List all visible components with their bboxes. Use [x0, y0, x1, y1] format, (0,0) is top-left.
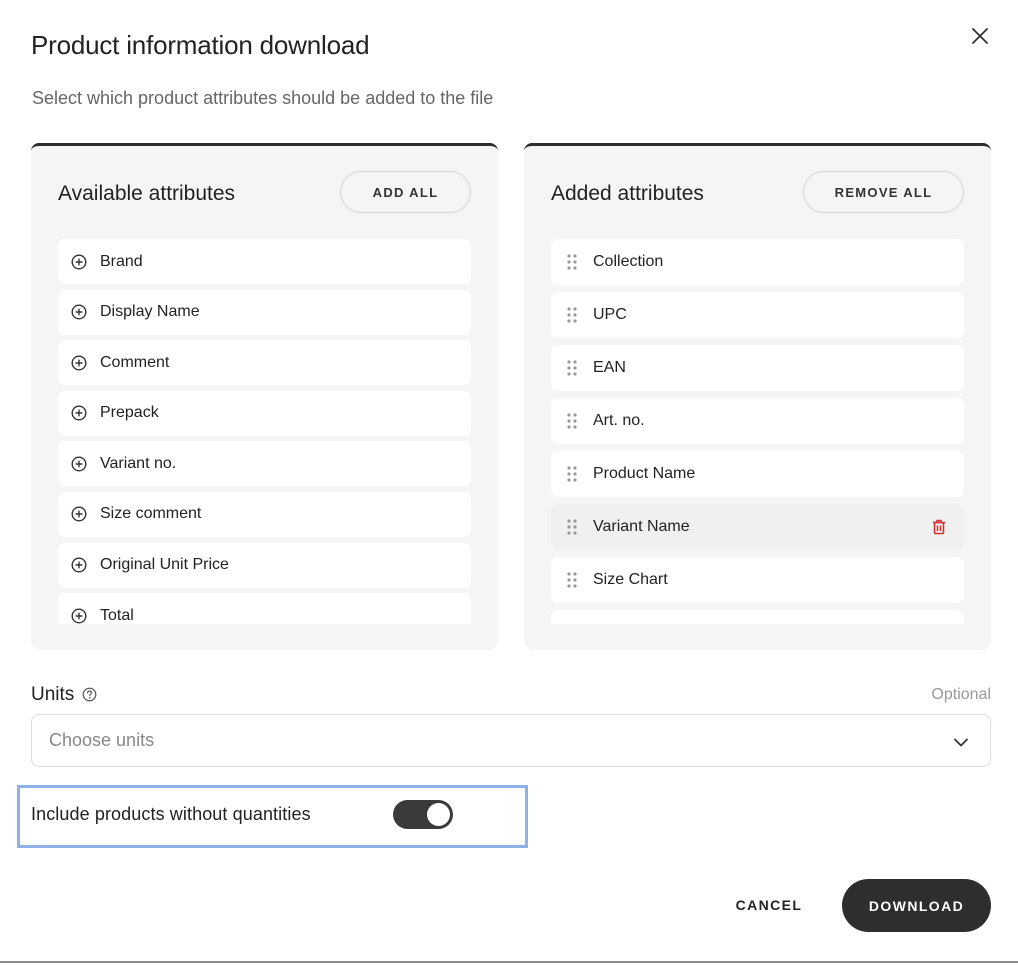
added-item-label: Art. no. [593, 412, 645, 429]
download-button[interactable]: DOWNLOAD [842, 879, 991, 932]
units-placeholder: Choose units [49, 730, 155, 750]
added-item-label: EAN [593, 359, 626, 376]
include-products-label: Include products without quantities [31, 804, 311, 824]
include-products-toggle[interactable] [393, 800, 453, 829]
available-item-label: Prepack [100, 404, 159, 422]
added-item-label: Collection [593, 253, 664, 270]
plus-circle-icon [71, 405, 87, 421]
plus-circle-icon [71, 608, 87, 624]
drag-handle-icon[interactable] [564, 519, 580, 535]
help-icon[interactable] [82, 687, 98, 703]
available-item-size-comment[interactable]: Size comment [58, 491, 471, 537]
added-attributes-list[interactable]: Collection UPC EAN Art. no. Product Name… [551, 239, 964, 624]
units-optional-label: Optional [931, 686, 991, 703]
download-modal: Product information download Select whic… [0, 0, 1018, 963]
cancel-button[interactable]: CANCEL [718, 880, 820, 930]
include-products-toggle-row: Include products without quantities [17, 785, 528, 848]
available-item-prepack[interactable]: Prepack [58, 390, 471, 436]
available-item-label: Original Unit Price [100, 556, 229, 574]
chevron-down-icon [954, 738, 968, 747]
drag-handle-icon[interactable] [564, 466, 580, 482]
remove-all-button[interactable]: REMOVE ALL [803, 171, 964, 213]
available-item-label: Comment [100, 353, 170, 371]
plus-circle-icon [71, 506, 87, 522]
available-item-display-name[interactable]: Display Name [58, 289, 471, 335]
added-item-ean[interactable]: EAN [551, 345, 964, 391]
available-item-label: Display Name [100, 303, 200, 321]
close-icon [972, 28, 988, 44]
added-attributes-panel: Added attributes REMOVE ALL Collection U… [524, 143, 991, 650]
drag-handle-icon[interactable] [564, 572, 580, 588]
available-item-variant-no[interactable]: Variant no. [58, 441, 471, 487]
available-item-total[interactable]: Total [58, 593, 471, 624]
added-item-label: UPC [593, 306, 627, 323]
units-select[interactable]: Choose units [31, 714, 991, 767]
units-label-text: Units [31, 684, 75, 705]
added-attributes-title: Added attributes [551, 182, 704, 205]
added-item-size-chart[interactable]: Size Chart [551, 557, 964, 603]
added-item-variant-name[interactable]: Variant Name [551, 504, 964, 550]
available-item-label: Variant no. [100, 454, 177, 472]
plus-circle-icon [71, 456, 87, 472]
added-item-collection[interactable]: Collection [551, 239, 964, 285]
available-item-original-unit-price[interactable]: Original Unit Price [58, 542, 471, 588]
plus-circle-icon [71, 304, 87, 320]
drag-handle-icon[interactable] [564, 307, 580, 323]
toggle-knob [427, 803, 450, 826]
available-attributes-panel: Available attributes ADD ALL Brand Displ… [31, 143, 498, 650]
added-item-art-no[interactable]: Art. no. [551, 398, 964, 444]
drag-handle-icon[interactable] [564, 413, 580, 429]
added-item-upc[interactable]: UPC [551, 292, 964, 338]
available-item-label: Brand [100, 252, 143, 270]
added-item-product-name[interactable]: Product Name [551, 451, 964, 497]
trash-icon[interactable] [930, 518, 948, 536]
added-item-partial[interactable] [551, 610, 964, 624]
available-item-label: Size comment [100, 505, 202, 523]
modal-title: Product information download [31, 30, 370, 60]
add-all-button[interactable]: ADD ALL [340, 171, 471, 213]
added-item-label: Variant Name [593, 518, 690, 535]
plus-circle-icon [71, 355, 87, 371]
available-item-label: Total [100, 606, 134, 624]
available-attributes-list[interactable]: Brand Display Name Comment Prepack Varia… [58, 239, 471, 624]
plus-circle-icon [71, 557, 87, 573]
close-button[interactable] [966, 22, 994, 50]
available-item-brand[interactable]: Brand [58, 239, 471, 284]
drag-handle-icon[interactable] [564, 254, 580, 270]
available-item-comment[interactable]: Comment [58, 340, 471, 386]
drag-handle-icon[interactable] [564, 360, 580, 376]
available-attributes-title: Available attributes [58, 182, 236, 205]
added-item-label: Product Name [593, 465, 696, 482]
added-item-label: Size Chart [593, 571, 668, 588]
units-label: Units [31, 684, 98, 706]
modal-subtitle: Select which product attributes should b… [32, 88, 494, 108]
plus-circle-icon [71, 253, 87, 270]
